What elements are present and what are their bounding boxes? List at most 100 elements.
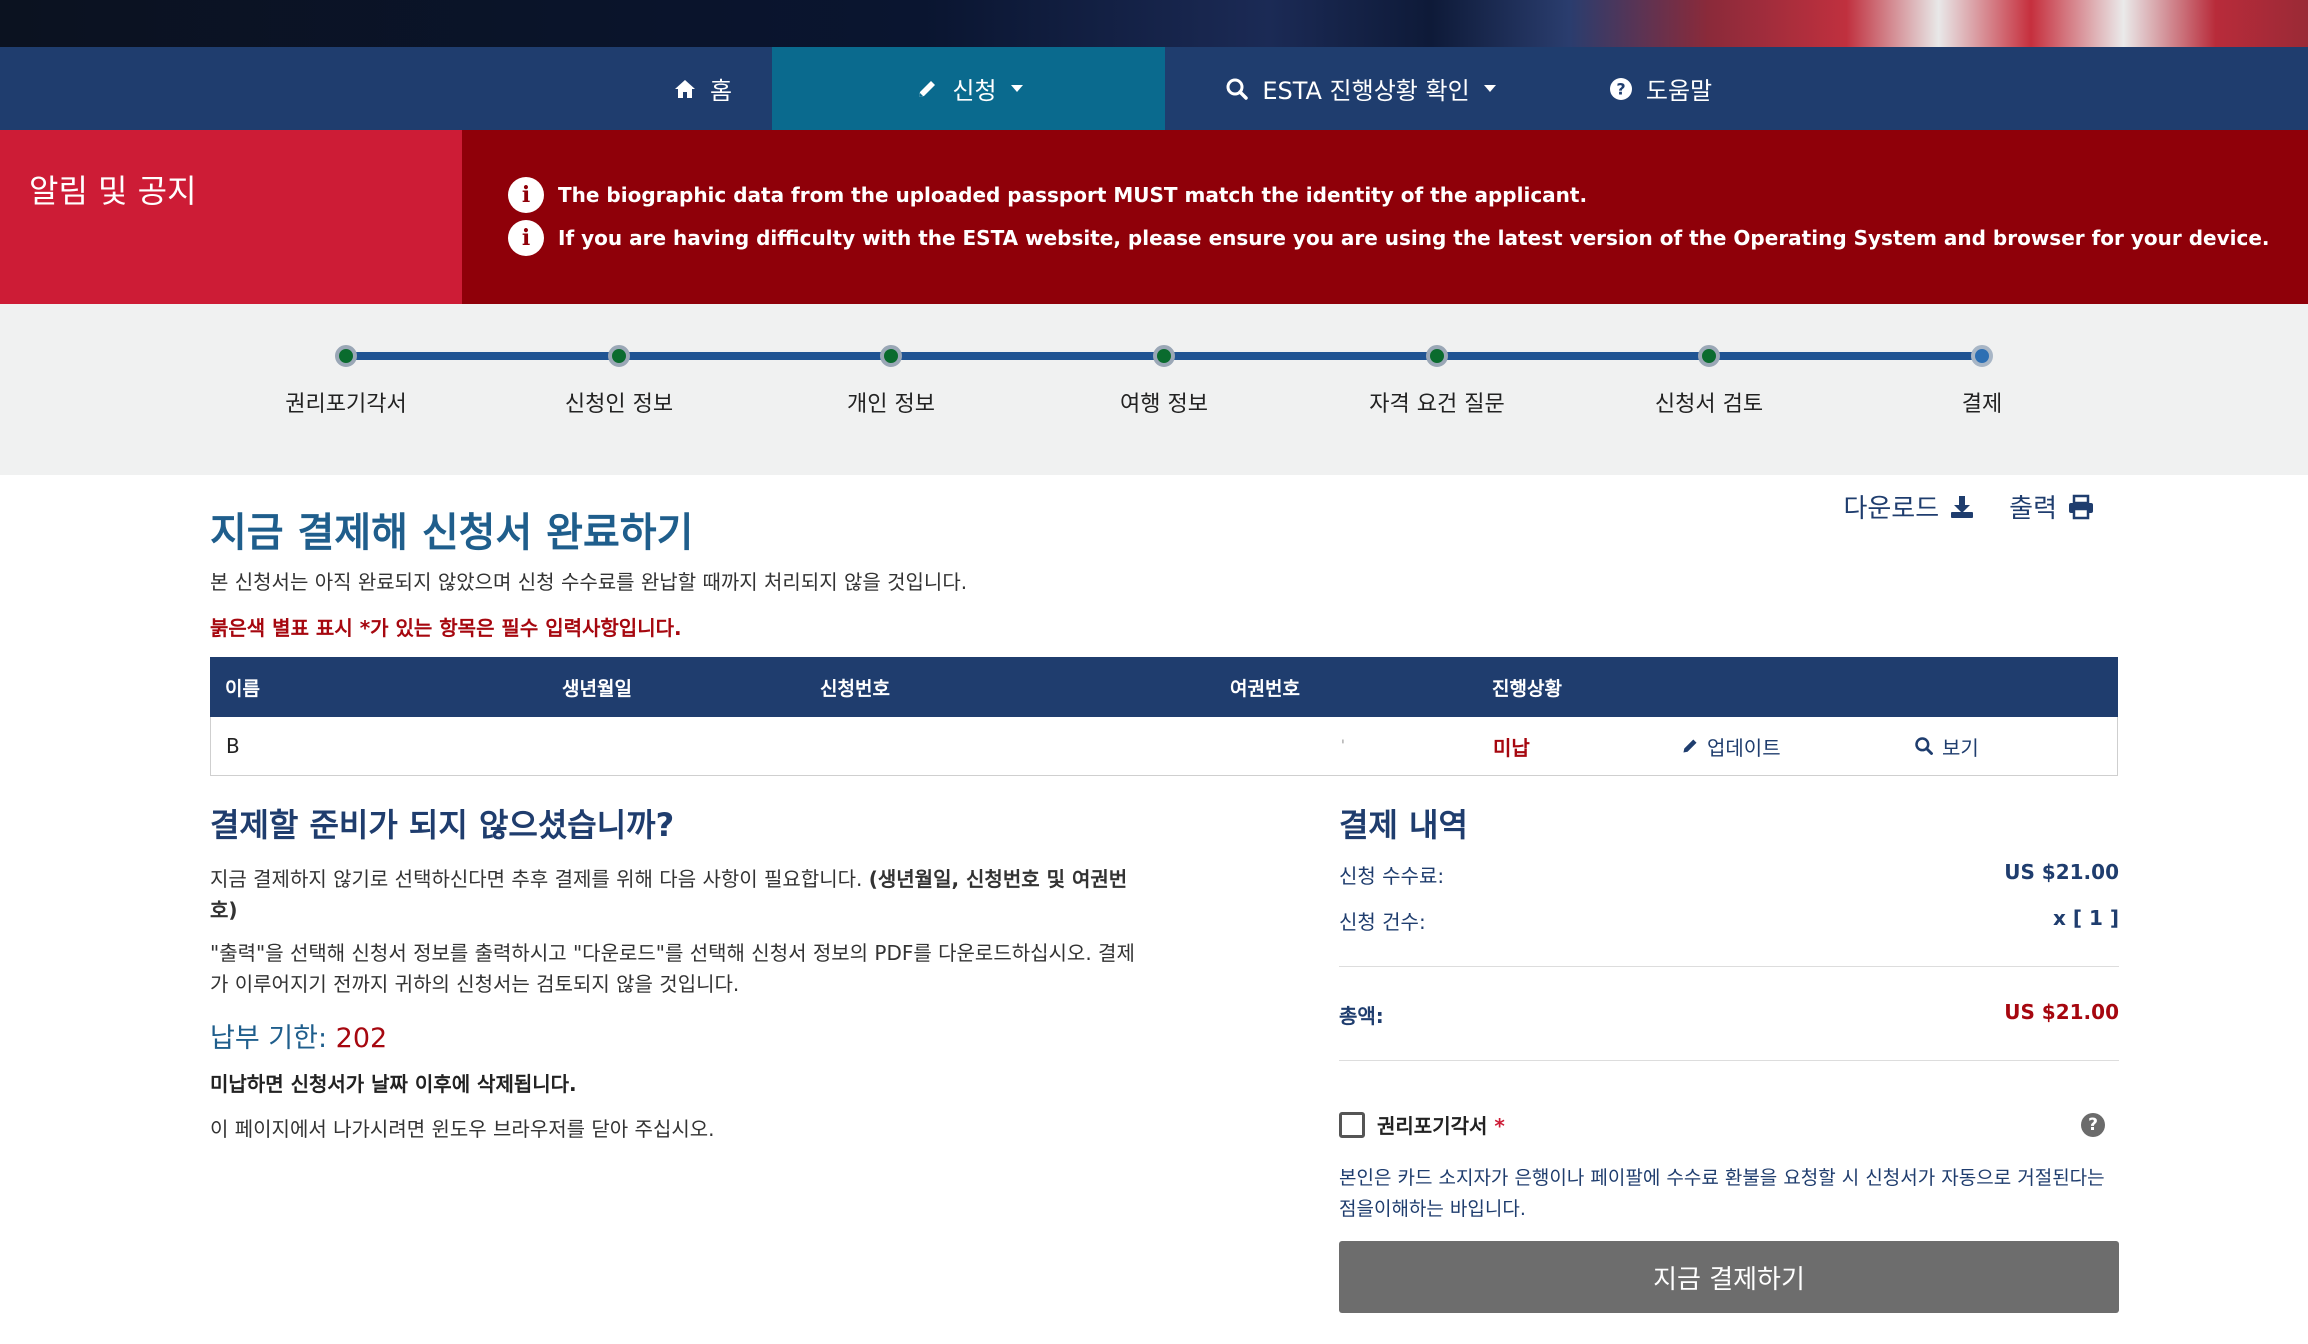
total-value: US $21.00 [2004, 1000, 2119, 1024]
nav-check-status[interactable]: ESTA 진행상황 확인 [1205, 47, 1515, 130]
nav-help[interactable]: ? 도움말 [1595, 47, 1725, 130]
notice-message: i If you are having difficulty with the … [508, 220, 2269, 256]
count-row: 신청 건수: x [ 1 ] [1339, 906, 2119, 935]
column-header-app-number: 신청번호 [820, 677, 890, 700]
pencil-icon [914, 76, 940, 102]
step-label-eligibility: 자격 요건 질문 [1369, 392, 1505, 417]
waiver-checkbox[interactable] [1339, 1111, 1365, 1138]
chevron-down-icon [1483, 85, 1496, 92]
nav-home-label: 홈 [709, 77, 733, 105]
step-label-applicant: 신청인 정보 [564, 392, 674, 417]
step-dot [608, 345, 630, 367]
table-row: B ' 미납 업데이트 보기 [210, 717, 2118, 776]
help-icon: ? [1608, 76, 1634, 102]
waiver-checkbox-group: 권리포기각서 * [1339, 1110, 1505, 1139]
info-icon: i [508, 220, 544, 256]
page-title: 지금 결제해 신청서 완료하기 [210, 510, 694, 556]
count-value: x [ 1 ] [2053, 906, 2119, 930]
notice-message-text: If you are having difficulty with the ES… [558, 226, 2270, 250]
download-label: 다운로드 [1843, 494, 1940, 524]
not-ready-paragraph: 지금 결제하지 않기로 선택하신다면 추후 결제를 위해 다음 사항이 필요합니… [210, 864, 1140, 926]
info-icon: i [508, 177, 544, 213]
nav-apply-label: 신청 [952, 77, 997, 105]
chevron-down-icon [1010, 85, 1023, 92]
status-badge: 미납 [1493, 735, 1530, 760]
fee-value: US $21.00 [2004, 860, 2119, 884]
print-download-instructions: "출력"을 선택해 신청서 정보를 출력하시고 "다운로드"를 선택해 신청서 … [210, 941, 1135, 996]
step-dot [1698, 345, 1720, 367]
print-icon [2069, 494, 2093, 519]
required-asterisk: * [1494, 1114, 1505, 1138]
total-label: 총액: [1339, 1004, 1384, 1028]
divider [1339, 966, 2119, 967]
step-dot [1153, 345, 1175, 367]
print-label: 출력 [2009, 494, 2057, 524]
pencil-icon [1683, 739, 1697, 753]
divider [1339, 1060, 2119, 1061]
nav-check-status-label: ESTA 진행상황 확인 [1262, 77, 1470, 105]
close-browser-note: 이 페이지에서 나가시려면 윈도우 브라우저를 닫아 주십시오. [210, 1117, 715, 1141]
progress-tracker: 권리포기각서 신청인 정보 개인 정보 여행 정보 자격 요건 질문 신청서 검… [0, 304, 2308, 475]
total-row: 총액: US $21.00 [1339, 1000, 2119, 1029]
home-icon [672, 76, 698, 102]
pay-now-button[interactable]: 지금 결제하기 [1339, 1241, 2119, 1313]
column-header-status: 진행상황 [1492, 677, 1562, 700]
passport-number: ' [1341, 738, 1345, 754]
notice-message: i The biographic data from the uploaded … [508, 177, 1587, 213]
nav-apply[interactable]: 신청 [772, 47, 1165, 130]
step-label-waiver: 권리포기각서 [285, 392, 407, 417]
search-icon [1224, 76, 1250, 102]
help-icon[interactable]: ? [2081, 1112, 2105, 1137]
payment-deadline: 납부 기한: 202 [210, 1016, 1140, 1055]
download-icon [1951, 495, 1974, 518]
step-label-personal: 개인 정보 [847, 392, 935, 417]
table-header: 이름 생년월일 신청번호 여권번호 진행상황 [210, 657, 2118, 717]
application-table: 이름 생년월일 신청번호 여권번호 진행상황 B ' 미납 업데이트 보기 [210, 657, 2118, 776]
nav-help-label: 도움말 [1645, 77, 1713, 105]
step-dot [1426, 345, 1448, 367]
not-ready-section: 결제할 준비가 되지 않으셨습니까? 지금 결제하지 않기로 선택하신다면 추후… [210, 800, 1140, 1145]
svg-text:?: ? [1616, 79, 1625, 98]
notice-banner: 알림 및 공지 i The biographic data from the u… [0, 130, 2308, 304]
intro-text: 본 신청서는 아직 완료되지 않았으며 신청 수수료를 완납할 때까지 처리되지… [210, 570, 968, 594]
top-navigation: 홈 신청 ESTA 진행상황 확인 ? 도움말 [0, 47, 2308, 130]
applicant-name: B [226, 734, 240, 758]
search-icon [1915, 737, 1933, 755]
step-label-review: 신청서 검토 [1654, 392, 1764, 417]
column-header-passport: 여권번호 [1230, 677, 1300, 700]
waiver-label: 권리포기각서 * [1377, 1110, 1505, 1139]
waiver-text: 본인은 카드 소지자가 은행이나 페이팔에 수수료 환불을 요청할 시 신청서가… [1339, 1167, 2105, 1220]
step-dot-current [1971, 345, 1993, 367]
document-actions: 다운로드 출력 [1843, 488, 2095, 525]
print-link[interactable]: 출력 [2009, 488, 2095, 525]
payment-summary-title: 결제 내역 [1339, 806, 1468, 844]
nav-home[interactable]: 홈 [632, 47, 772, 130]
waiver-row: 권리포기각서 * ? [1339, 1110, 2119, 1139]
update-button[interactable]: 업데이트 [1681, 717, 1781, 775]
step-dot [335, 345, 357, 367]
download-link[interactable]: 다운로드 [1843, 488, 1975, 525]
count-label: 신청 건수: [1339, 910, 1426, 934]
view-button[interactable]: 보기 [1914, 717, 1979, 775]
waiver-label-text: 권리포기각서 [1377, 1114, 1488, 1138]
payment-summary: 결제 내역 신청 수수료: US $21.00 신청 건수: x [ 1 ] 총… [1339, 800, 2119, 1313]
not-ready-text: 지금 결제하지 않기로 선택하신다면 추후 결제를 위해 다음 사항이 필요합니… [210, 867, 863, 891]
step-dot [880, 345, 902, 367]
notice-title-box: 알림 및 공지 [0, 130, 462, 304]
column-header-dob: 생년월일 [562, 677, 632, 700]
not-ready-title: 결제할 준비가 되지 않으셨습니까? [210, 806, 675, 844]
notice-message-text: The biographic data from the uploaded pa… [558, 183, 1588, 207]
required-fields-note: 붉은색 별표 표시 *가 있는 항목은 필수 입력사항입니다. [210, 616, 682, 640]
deletion-note: 미납하면 신청서가 날짜 이후에 삭제됩니다. [210, 1072, 577, 1096]
step-label-payment: 결제 [1961, 392, 2003, 417]
deadline-value: 202 [335, 1023, 388, 1054]
update-label: 업데이트 [1707, 735, 1781, 760]
step-label-travel: 여행 정보 [1120, 392, 1208, 417]
column-header-name: 이름 [225, 677, 260, 700]
hero-banner-strip [0, 0, 2308, 47]
fee-row: 신청 수수료: US $21.00 [1339, 860, 2119, 889]
view-label: 보기 [1942, 735, 1979, 760]
deadline-label: 납부 기한: [210, 1023, 328, 1054]
fee-label: 신청 수수료: [1339, 864, 1445, 888]
notice-title: 알림 및 공지 [29, 172, 197, 210]
